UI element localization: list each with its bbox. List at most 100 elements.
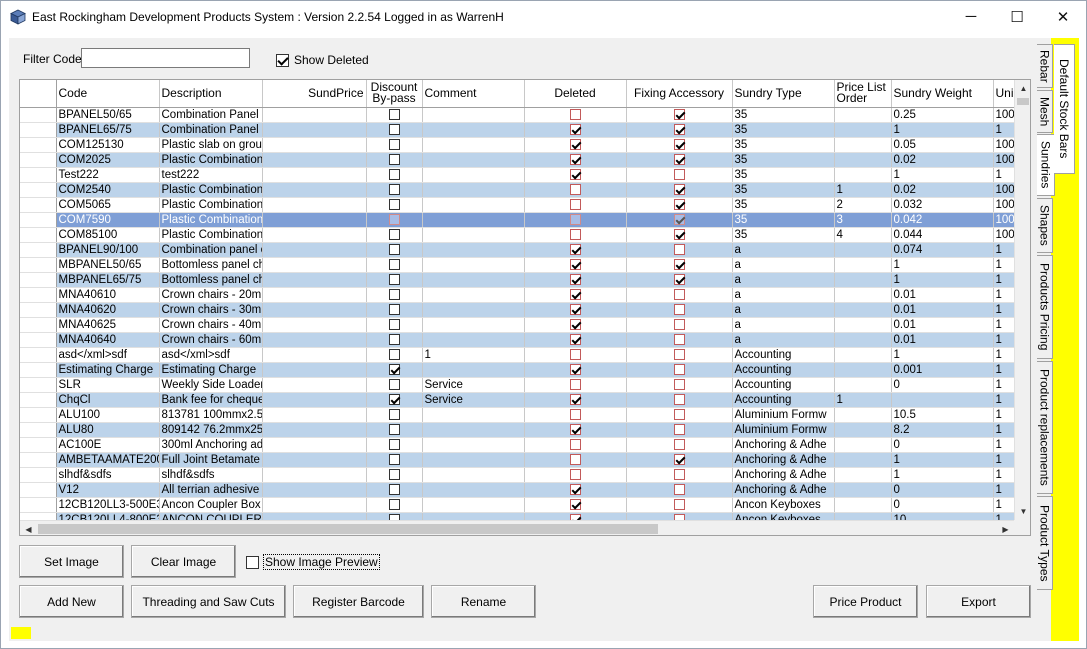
- discount-bypass-checkbox[interactable]: [388, 423, 400, 435]
- cell-comment[interactable]: [422, 422, 525, 438]
- discount-bypass-checkbox[interactable]: [388, 348, 400, 360]
- deleted-checkbox[interactable]: [569, 498, 581, 510]
- row-header[interactable]: [20, 332, 57, 348]
- cell-price-list-order[interactable]: [834, 137, 892, 153]
- cell-code[interactable]: COM85100: [56, 227, 160, 243]
- cell-fixing-accessory[interactable]: [626, 287, 733, 303]
- row-header[interactable]: ▶: [20, 212, 57, 228]
- cell-comment[interactable]: Service: [422, 377, 525, 393]
- cell-deleted[interactable]: [524, 422, 627, 438]
- cell-sundry-weight[interactable]: 1: [891, 122, 994, 138]
- deleted-checkbox[interactable]: [569, 468, 581, 480]
- discount-bypass-checkbox[interactable]: [388, 198, 400, 210]
- cell-price-list-order[interactable]: [834, 452, 892, 468]
- cell-code[interactable]: Estimating Charge: [56, 362, 160, 378]
- cell-discount-bypass[interactable]: [366, 467, 423, 483]
- fixing-accessory-checkbox[interactable]: [673, 258, 685, 270]
- table-row[interactable]: BPANEL50/65 Combination Panel C 35 0.25 100: [20, 107, 1014, 123]
- deleted-checkbox[interactable]: [569, 138, 581, 150]
- cell-code[interactable]: 12CB120LL3-500E3: [56, 497, 160, 513]
- cell-code[interactable]: MBPANEL65/75: [56, 272, 160, 288]
- cell-fixing-accessory[interactable]: [626, 452, 733, 468]
- row-header[interactable]: [20, 407, 57, 423]
- discount-bypass-checkbox[interactable]: [388, 108, 400, 120]
- tab-products-pricing[interactable]: Products Pricing: [1037, 255, 1053, 359]
- cell-sundry-weight[interactable]: 10: [891, 512, 994, 520]
- cell-sundprice[interactable]: [262, 272, 367, 288]
- cell-unit[interactable]: 1: [993, 287, 1014, 303]
- cell-sundry-type[interactable]: 35: [732, 122, 835, 138]
- discount-bypass-checkbox[interactable]: [388, 438, 400, 450]
- cell-code[interactable]: slhdf&sdfs: [56, 467, 160, 483]
- discount-bypass-checkbox[interactable]: [388, 468, 400, 480]
- cell-unit[interactable]: 1: [993, 317, 1014, 333]
- discount-bypass-checkbox[interactable]: [388, 303, 400, 315]
- cell-code[interactable]: COM5065: [56, 197, 160, 213]
- column-header-discount-bypass[interactable]: Discount By-pass: [366, 80, 423, 108]
- row-header[interactable]: [20, 422, 57, 438]
- tab-default-stock-bars[interactable]: Default Stock Bars: [1054, 44, 1075, 174]
- threading-saw-cuts-button[interactable]: Threading and Saw Cuts: [131, 585, 286, 618]
- row-header[interactable]: [20, 452, 57, 468]
- table-row[interactable]: BPANEL65/75 Combination Panel C 35 1 1: [20, 122, 1014, 138]
- cell-sundry-weight[interactable]: [891, 392, 994, 408]
- cell-description[interactable]: Bottomless panel cha: [159, 257, 263, 273]
- minimize-button[interactable]: ─: [948, 1, 994, 32]
- scroll-up-icon[interactable]: ▲: [1015, 80, 1030, 97]
- cell-sundprice[interactable]: [262, 242, 367, 258]
- deleted-checkbox[interactable]: [569, 153, 581, 165]
- cell-deleted[interactable]: [524, 272, 627, 288]
- cell-deleted[interactable]: [524, 332, 627, 348]
- cell-sundry-weight[interactable]: 0: [891, 497, 994, 513]
- tab-sundries[interactable]: Sundries: [1037, 134, 1055, 196]
- fixing-accessory-checkbox[interactable]: [673, 483, 685, 495]
- show-deleted-toggle[interactable]: Show Deleted: [276, 53, 369, 67]
- cell-sundprice[interactable]: [262, 257, 367, 273]
- cell-sundry-type[interactable]: Ancon Keyboxes: [732, 512, 835, 520]
- cell-description[interactable]: Bottomless panel cha: [159, 272, 263, 288]
- discount-bypass-checkbox[interactable]: [388, 138, 400, 150]
- row-header[interactable]: [20, 497, 57, 513]
- cell-code[interactable]: AC100E: [56, 437, 160, 453]
- cell-comment[interactable]: [422, 212, 525, 228]
- cell-discount-bypass[interactable]: [366, 482, 423, 498]
- cell-code[interactable]: MNA40620: [56, 302, 160, 318]
- fixing-accessory-checkbox[interactable]: [673, 348, 685, 360]
- fixing-accessory-checkbox[interactable]: [673, 288, 685, 300]
- cell-price-list-order[interactable]: [834, 482, 892, 498]
- cell-sundry-weight[interactable]: 0.044: [891, 227, 994, 243]
- cell-fixing-accessory[interactable]: [626, 227, 733, 243]
- cell-unit[interactable]: 1: [993, 437, 1014, 453]
- column-header-sundprice[interactable]: SundPrice: [262, 80, 367, 108]
- fixing-accessory-checkbox[interactable]: [673, 393, 685, 405]
- deleted-checkbox[interactable]: [569, 363, 581, 375]
- cell-unit[interactable]: 1: [993, 272, 1014, 288]
- cell-price-list-order[interactable]: 4: [834, 227, 892, 243]
- deleted-checkbox[interactable]: [569, 243, 581, 255]
- deleted-checkbox[interactable]: [569, 483, 581, 495]
- row-header[interactable]: [20, 107, 57, 123]
- cell-description[interactable]: Ancon Coupler Box L: [159, 497, 263, 513]
- discount-bypass-checkbox[interactable]: [388, 333, 400, 345]
- cell-comment[interactable]: [422, 152, 525, 168]
- cell-fixing-accessory[interactable]: [626, 302, 733, 318]
- cell-sundry-type[interactable]: Aluminium Formw: [732, 422, 835, 438]
- cell-sundry-weight[interactable]: 0.001: [891, 362, 994, 378]
- cell-price-list-order[interactable]: [834, 107, 892, 123]
- table-row[interactable]: ALU100 813781 100mmx2.5n Aluminium Formw 10…: [20, 407, 1014, 423]
- show-deleted-checkbox[interactable]: [276, 53, 289, 67]
- cell-sundry-type[interactable]: 35: [732, 152, 835, 168]
- row-header[interactable]: [20, 482, 57, 498]
- cell-unit[interactable]: 1: [993, 122, 1014, 138]
- fixing-accessory-checkbox[interactable]: [673, 378, 685, 390]
- discount-bypass-checkbox[interactable]: [388, 498, 400, 510]
- cell-sundry-type[interactable]: Aluminium Formw: [732, 407, 835, 423]
- cell-sundry-type[interactable]: Anchoring & Adhe: [732, 467, 835, 483]
- cell-deleted[interactable]: [524, 347, 627, 363]
- cell-discount-bypass[interactable]: [366, 212, 423, 228]
- row-header[interactable]: [20, 392, 57, 408]
- cell-comment[interactable]: [422, 227, 525, 243]
- cell-fixing-accessory[interactable]: [626, 272, 733, 288]
- cell-sundry-weight[interactable]: 0.25: [891, 107, 994, 123]
- fixing-accessory-checkbox[interactable]: [673, 303, 685, 315]
